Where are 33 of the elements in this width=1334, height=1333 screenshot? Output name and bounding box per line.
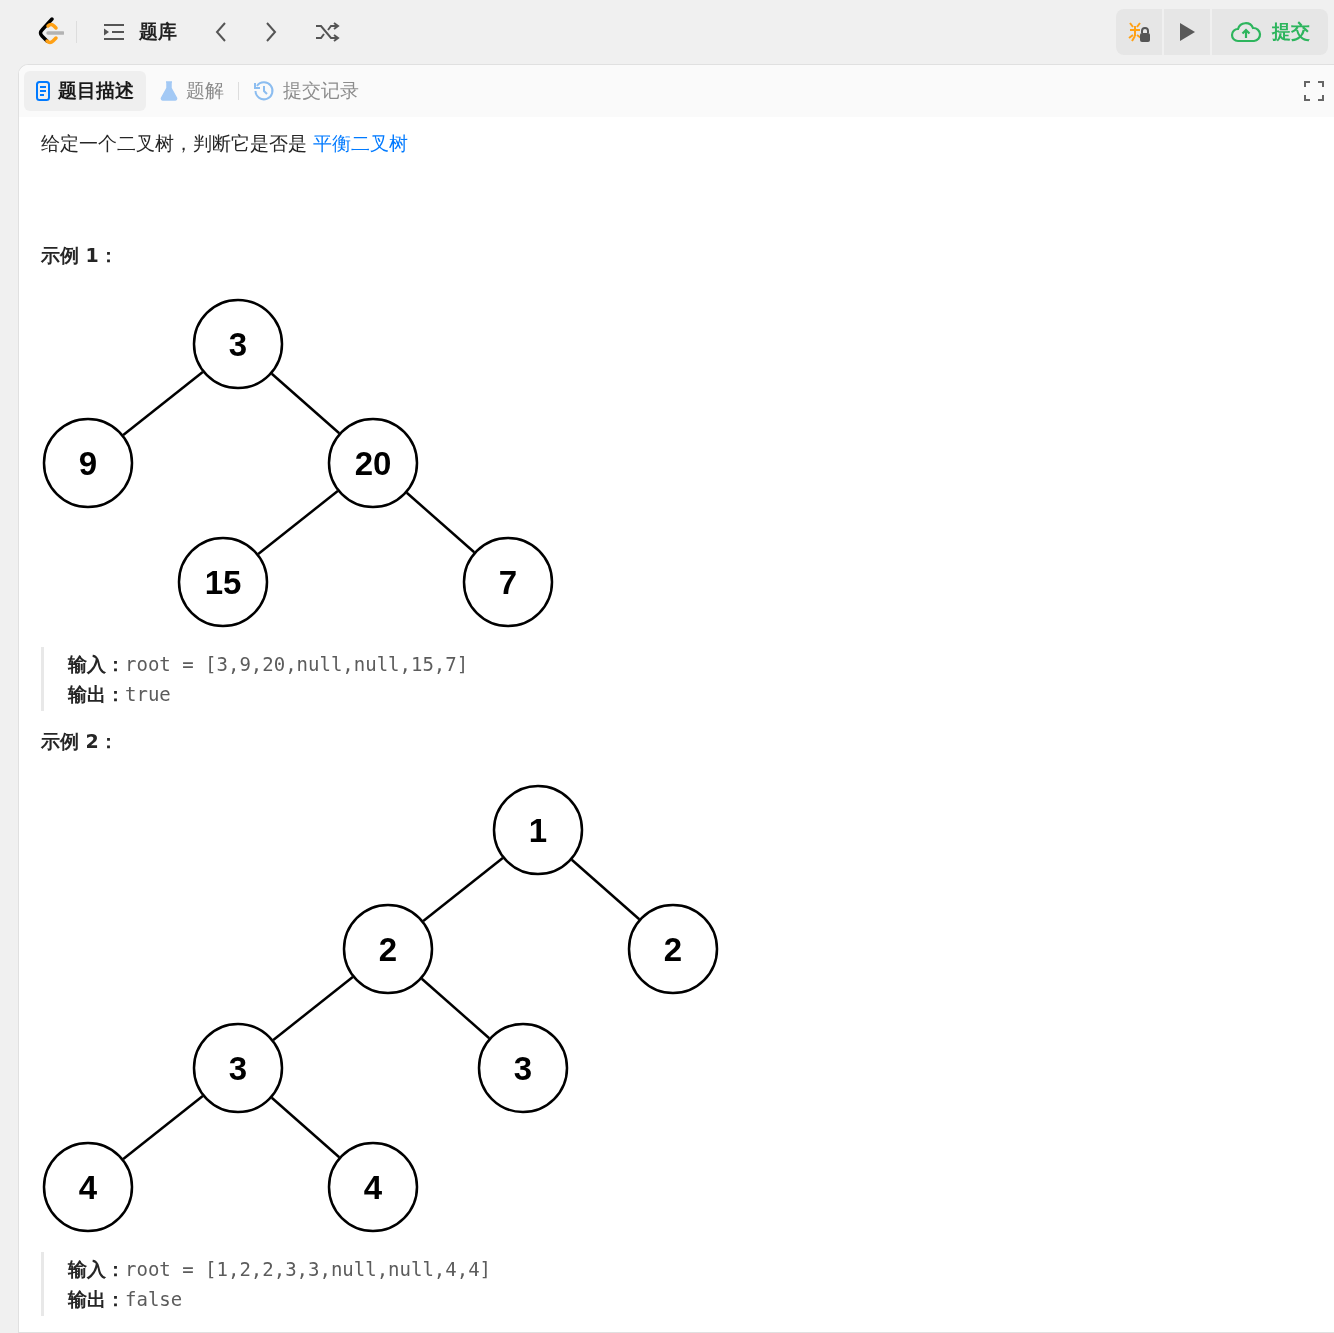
example-title: 示例 1：: [41, 243, 119, 268]
list-icon: [103, 23, 125, 41]
run-button[interactable]: [1164, 9, 1210, 55]
binary-tree-drawing: 1 2 3 4 4 3 2: [41, 783, 720, 1234]
cloud-upload-icon: [1230, 21, 1262, 43]
input-value: root = [1,2,2,3,3,null,null,4,4]: [125, 1257, 492, 1282]
bug-lock-icon: [1127, 21, 1151, 43]
history-icon: [253, 80, 275, 102]
fullscreen-icon[interactable]: [1304, 81, 1324, 101]
submit-button[interactable]: 提交: [1212, 9, 1328, 55]
shuffle-icon[interactable]: [315, 22, 341, 42]
logo-icon[interactable]: [38, 17, 64, 47]
tab[interactable]: 题目描述: [24, 71, 146, 111]
chevron-right-icon[interactable]: [265, 21, 277, 43]
problem-list-button[interactable]: 题库: [103, 19, 177, 45]
play-icon: [1178, 22, 1196, 42]
input-label: 输入：: [68, 652, 125, 677]
flask-icon: [160, 81, 178, 101]
tab[interactable]: 提交记录: [241, 71, 371, 111]
output-label: 输出：: [68, 682, 125, 707]
binary-tree-drawing: 3 9 20 15 7: [41, 297, 555, 629]
example-title: 示例 2：: [41, 729, 119, 754]
chevron-left-icon[interactable]: [215, 21, 227, 43]
document-icon: [36, 81, 50, 101]
description-text: 给定一个二叉树，判断它是否是: [41, 132, 308, 154]
debug-button[interactable]: [1116, 9, 1162, 55]
balanced-tree-link[interactable]: 平衡二叉树: [313, 132, 409, 154]
input-label: 输入：: [68, 1257, 125, 1282]
output-value: false: [125, 1287, 183, 1312]
input-value: root = [3,9,20,null,null,15,7]: [125, 652, 469, 677]
output-label: 输出：: [68, 1287, 125, 1312]
tab[interactable]: 题解: [148, 71, 236, 111]
output-value: true: [125, 682, 171, 707]
